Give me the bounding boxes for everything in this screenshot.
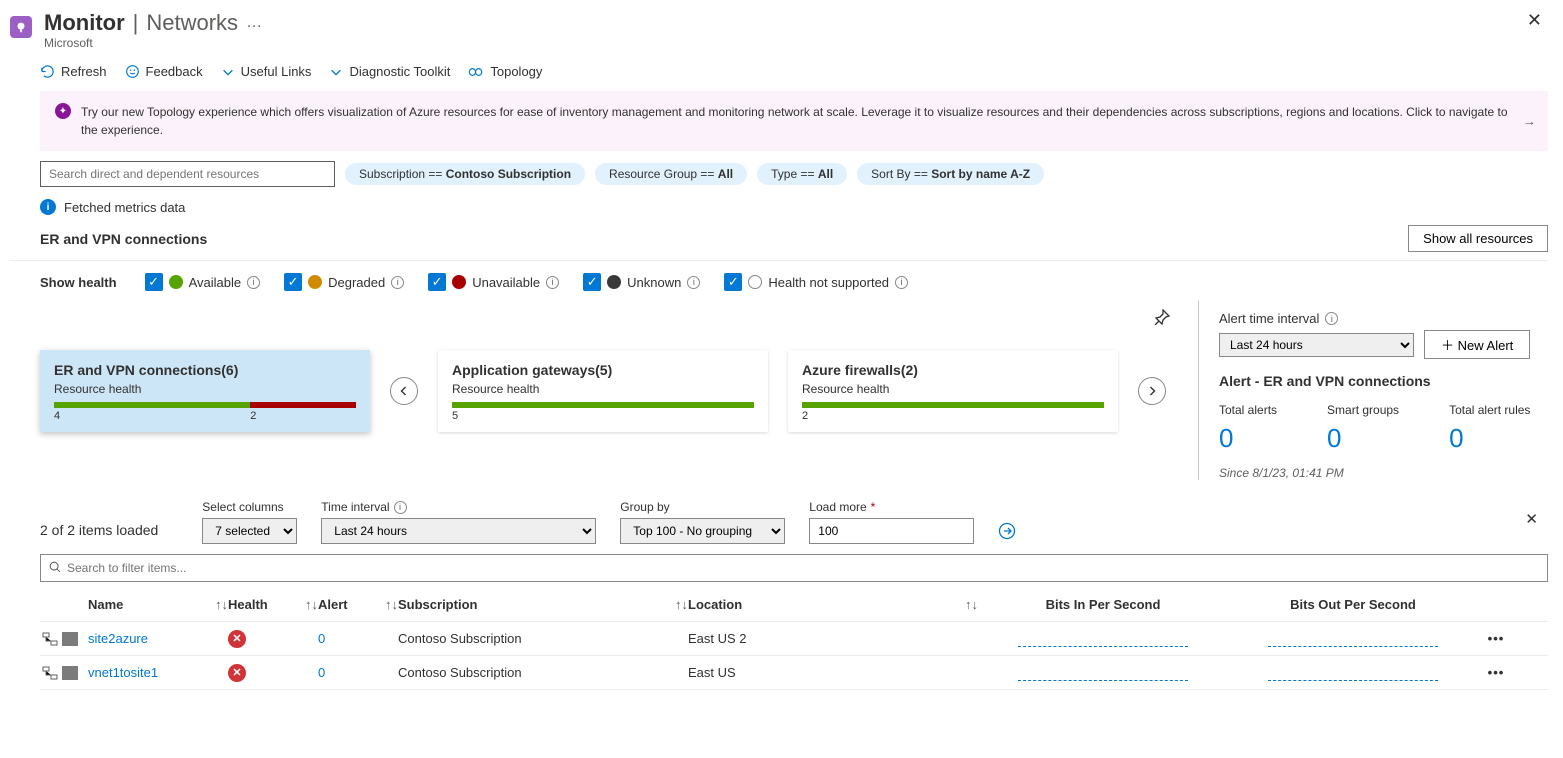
topology-icon (468, 65, 484, 79)
table-row[interactable]: vnet1tosite1 ✕ 0 Contoso Subscription Ea… (40, 656, 1548, 690)
diagnostic-toolkit-button[interactable]: Diagnostic Toolkit (329, 64, 450, 79)
alerts-panel: Alert time intervali Last 24 hours ＋ New… (1198, 301, 1548, 480)
error-icon: ✕ (228, 664, 246, 682)
resource-tree-icon (42, 632, 58, 646)
group-by-dropdown[interactable]: Top 100 - No grouping (620, 518, 785, 544)
resource-link[interactable]: site2azure (88, 631, 148, 646)
card-app-gateways[interactable]: Application gateways(5) Resource health … (438, 350, 768, 432)
status-dot-available (169, 275, 183, 289)
close-controls-icon[interactable]: ✕ (1525, 510, 1538, 528)
table-row[interactable]: site2azure ✕ 0 Contoso Subscription East… (40, 622, 1548, 656)
card-azure-firewalls[interactable]: Azure firewalls(2) Resource health 2 (788, 350, 1118, 432)
connection-icon (62, 632, 78, 646)
info-mini-icon[interactable]: i (391, 276, 404, 289)
chevron-down-icon (329, 65, 343, 79)
info-mini-icon[interactable]: i (895, 276, 908, 289)
topology-button[interactable]: Topology (468, 64, 542, 79)
smart-groups-value[interactable]: 0 (1327, 423, 1399, 454)
info-mini-icon[interactable]: i (1325, 312, 1338, 325)
nav-next-button[interactable] (1138, 377, 1166, 405)
pill-subscription[interactable]: Subscription == Contoso Subscription (345, 163, 585, 185)
status-dot-unavailable (452, 275, 466, 289)
row-more-button[interactable]: ••• (1488, 631, 1505, 646)
status-dot-unknown (607, 275, 621, 289)
smile-icon (125, 64, 140, 79)
show-health-label: Show health (40, 275, 117, 290)
checkbox-unavailable[interactable]: ✓ (428, 273, 446, 291)
checkbox-degraded[interactable]: ✓ (284, 273, 302, 291)
connection-icon (62, 666, 78, 680)
sort-alert-button[interactable]: ↑↓ (385, 597, 398, 612)
alert-link[interactable]: 0 (318, 631, 325, 646)
total-alerts-value[interactable]: 0 (1219, 423, 1277, 454)
app-icon (10, 16, 32, 38)
chevron-down-icon (221, 65, 235, 79)
select-columns-dropdown[interactable]: 7 selected (202, 518, 297, 544)
search-icon (48, 560, 62, 577)
alert-link[interactable]: 0 (318, 665, 325, 680)
close-icon[interactable]: ✕ (1527, 10, 1542, 31)
checkbox-unknown[interactable]: ✓ (583, 273, 601, 291)
items-loaded-label: 2 of 2 items loaded (40, 522, 158, 544)
arrow-right-icon[interactable]: → (1523, 114, 1536, 129)
info-mini-icon[interactable]: i (687, 276, 700, 289)
info-message: Fetched metrics data (64, 200, 185, 215)
sparkline-in (1018, 641, 1188, 647)
refresh-button[interactable]: Refresh (40, 64, 107, 79)
sparkline-in (1018, 675, 1188, 681)
pill-type[interactable]: Type == All (757, 163, 847, 185)
pill-sort[interactable]: Sort By == Sort by name A-Z (857, 163, 1044, 185)
row-more-button[interactable]: ••• (1488, 665, 1505, 680)
info-mini-icon[interactable]: i (394, 501, 407, 514)
more-icon[interactable]: … (246, 14, 262, 32)
page-section: Networks (146, 10, 238, 36)
status-dot-degraded (308, 275, 322, 289)
info-icon: i (40, 199, 56, 215)
sort-name-button[interactable]: ↑↓ (215, 597, 228, 612)
card-er-vpn[interactable]: ER and VPN connections(6) Resource healt… (40, 350, 370, 432)
pill-resource-group[interactable]: Resource Group == All (595, 163, 747, 185)
section-title: ER and VPN connections (40, 231, 207, 247)
info-mini-icon[interactable]: i (247, 276, 260, 289)
alerts-since: Since 8/1/23, 01:41 PM (1219, 466, 1548, 480)
sort-loc-button[interactable]: ↑↓ (965, 597, 978, 612)
sort-sub-button[interactable]: ↑↓ (675, 597, 688, 612)
alert-rules-value[interactable]: 0 (1449, 423, 1530, 454)
sparkline-out (1268, 675, 1438, 681)
time-interval-dropdown[interactable]: Last 24 hours (321, 518, 596, 544)
checkbox-available[interactable]: ✓ (145, 273, 163, 291)
feedback-button[interactable]: Feedback (125, 64, 203, 79)
filter-items-input[interactable] (40, 554, 1548, 582)
useful-links-button[interactable]: Useful Links (221, 64, 312, 79)
pin-icon[interactable] (1154, 309, 1170, 328)
nav-prev-button[interactable] (390, 377, 418, 405)
page-title: Monitor (44, 10, 125, 36)
resource-tree-icon (42, 666, 58, 680)
org-label: Microsoft (44, 36, 1548, 50)
sparkline-out (1268, 641, 1438, 647)
alert-interval-select[interactable]: Last 24 hours (1219, 333, 1414, 357)
load-more-go-button[interactable] (998, 522, 1016, 540)
load-more-input[interactable] (809, 518, 974, 544)
status-dot-not-supported (748, 275, 762, 289)
compass-icon: ✦ (55, 103, 71, 119)
resource-link[interactable]: vnet1tosite1 (88, 665, 158, 680)
sort-health-button[interactable]: ↑↓ (305, 597, 318, 612)
error-icon: ✕ (228, 630, 246, 648)
show-all-resources-button[interactable]: Show all resources (1408, 225, 1548, 252)
refresh-icon (40, 64, 55, 79)
new-alert-button[interactable]: ＋ New Alert (1424, 330, 1530, 359)
alerts-title: Alert - ER and VPN connections (1219, 373, 1548, 389)
topology-banner[interactable]: ✦ Try our new Topology experience which … (40, 91, 1548, 151)
info-mini-icon[interactable]: i (546, 276, 559, 289)
checkbox-not-supported[interactable]: ✓ (724, 273, 742, 291)
search-resources-input[interactable] (40, 161, 335, 187)
